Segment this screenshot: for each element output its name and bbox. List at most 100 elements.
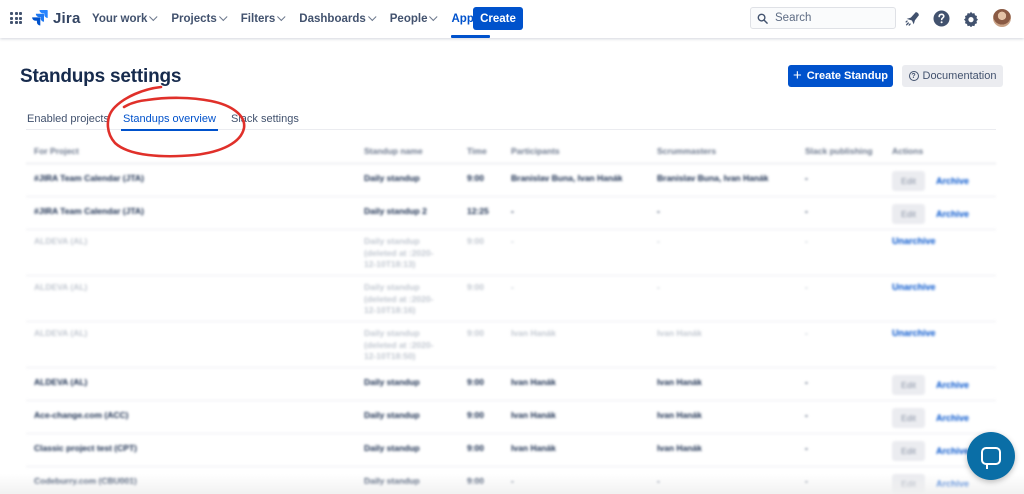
edit-button[interactable]: Edit xyxy=(892,171,925,191)
archive-link[interactable]: Archive xyxy=(936,176,969,186)
slack-publishing-cell: - xyxy=(805,173,808,183)
jira-logo-icon xyxy=(32,10,48,26)
standup-name-cell: (deleted at :2020- xyxy=(364,293,434,304)
slack-publishing-cell: - xyxy=(805,236,808,246)
settings-tabs: Enabled projects Standups overview Slack… xyxy=(26,110,996,131)
bottom-fade xyxy=(0,474,1024,494)
archive-link[interactable]: Archive xyxy=(936,380,969,390)
chevron-down-icon xyxy=(429,12,439,22)
table-header: For Project Standup name Time Participants S… xyxy=(26,140,996,164)
slack-publishing-cell: - xyxy=(805,282,808,292)
create-standup-button[interactable]: + Create Standup xyxy=(788,65,893,87)
scrummasters-cell: Branislav Buna, Ivan Hanák xyxy=(657,173,769,183)
settings-icon[interactable] xyxy=(962,10,979,27)
tab-enabled-projects[interactable]: Enabled projects xyxy=(27,113,109,125)
participants-cell: - xyxy=(511,206,514,216)
search-placeholder: Search xyxy=(775,12,812,24)
create-button[interactable]: Create xyxy=(473,7,523,30)
project-cell: ALDEVA (AL) xyxy=(34,377,88,387)
chevron-down-icon xyxy=(218,12,228,22)
chat-icon xyxy=(981,447,1001,469)
table-row: Classic project test (CPT) Daily standup 9… xyxy=(26,434,996,467)
chevron-down-icon xyxy=(149,12,158,22)
scrummasters-cell: Ivan Hanák xyxy=(657,410,702,420)
time-cell: 9:00 xyxy=(467,443,485,453)
search-input[interactable]: Search xyxy=(750,7,896,29)
chevron-down-icon xyxy=(367,12,377,22)
standup-name-cell: (deleted at :2020- xyxy=(364,339,434,350)
project-cell: #JIRA Team Calendar (JTA) xyxy=(34,173,144,183)
chat-support-button[interactable] xyxy=(967,432,1015,480)
edit-button[interactable]: Edit xyxy=(892,441,925,461)
unarchive-link[interactable]: Unarchive xyxy=(892,328,936,338)
slack-publishing-cell: - xyxy=(805,377,808,387)
edit-button[interactable]: Edit xyxy=(892,375,925,395)
table-row: ALDEVA (AL) Daily standup (deleted at :202… xyxy=(26,276,996,322)
unarchive-link[interactable]: Unarchive xyxy=(892,282,936,292)
unarchive-link[interactable]: Unarchive xyxy=(892,236,936,246)
standup-name-cell: 12-10T18:16) xyxy=(364,305,416,315)
user-avatar[interactable] xyxy=(993,9,1011,27)
scrummasters-cell: Ivan Hanák xyxy=(657,377,702,387)
column-header: Actions xyxy=(892,146,924,156)
nav-item-label: People xyxy=(389,13,428,25)
column-header: Standup name xyxy=(364,146,423,156)
time-cell: 9:00 xyxy=(467,410,485,420)
standup-name-cell: Daily standup xyxy=(364,410,420,420)
participants-cell: Branislav Buna, Ivan Hanák xyxy=(511,173,623,183)
nav-people[interactable]: People xyxy=(389,0,439,38)
time-cell: 9:00 xyxy=(467,173,485,183)
time-cell: 9:00 xyxy=(467,282,485,292)
nav-item-label: Dashboards xyxy=(299,13,366,25)
nav-dashboards[interactable]: Dashboards xyxy=(299,0,377,38)
participants-cell: Ivan Hanák xyxy=(511,377,556,387)
tab-slack-settings[interactable]: Slack settings xyxy=(231,113,299,125)
logo-text: Jira xyxy=(53,9,81,27)
standup-name-cell: (deleted at :2020- xyxy=(364,247,434,258)
column-header: For Project xyxy=(34,146,79,156)
slack-publishing-cell: - xyxy=(805,443,808,453)
slack-publishing-cell: - xyxy=(805,328,808,338)
participants-cell: - xyxy=(511,236,514,246)
table-row: #JIRA Team Calendar (JTA) Daily standup 2… xyxy=(26,197,996,230)
participants-cell: Ivan Hanák xyxy=(511,443,556,453)
slack-publishing-cell: - xyxy=(805,410,808,420)
archive-link[interactable]: Archive xyxy=(936,446,969,456)
question-circle-icon: ? xyxy=(908,71,919,81)
edit-button[interactable]: Edit xyxy=(892,204,925,224)
nav-item-label: Your work xyxy=(92,13,148,25)
table-row: ALDEVA (AL) Daily standup (deleted at :202… xyxy=(26,230,996,276)
standup-name-cell: Daily standup xyxy=(364,443,420,453)
nav-your-work[interactable]: Your work xyxy=(92,0,158,38)
standup-name-cell: Daily standup xyxy=(364,328,420,338)
column-header: Time xyxy=(467,146,487,156)
nav-item-label: Projects xyxy=(171,13,217,25)
standup-name-cell: Daily standup xyxy=(364,236,420,246)
scrummasters-cell: - xyxy=(657,282,660,292)
scrummasters-cell: Ivan Hanák xyxy=(657,328,702,338)
project-cell: ALDEVA (AL) xyxy=(34,328,88,338)
help-icon[interactable] xyxy=(933,10,950,27)
project-cell: #JIRA Team Calendar (JTA) xyxy=(34,206,144,216)
edit-button[interactable]: Edit xyxy=(892,408,925,428)
nav-filters[interactable]: Filters xyxy=(241,0,286,38)
top-navigation: Jira Your work Projects Filters Dashboards P… xyxy=(0,0,1024,38)
participants-cell: Ivan Hanák xyxy=(511,328,556,338)
archive-link[interactable]: Archive xyxy=(936,209,969,219)
documentation-button[interactable]: ? Documentation xyxy=(902,65,1003,87)
jira-logo[interactable]: Jira xyxy=(32,9,81,27)
notifications-icon[interactable] xyxy=(904,10,921,27)
main-menu: Your work Projects Filters Dashboards People… xyxy=(92,0,504,38)
project-cell: Ace-change.com (ACC) xyxy=(34,410,129,420)
column-header: Scrummasters xyxy=(657,146,717,156)
create-standup-label: Create Standup xyxy=(806,70,889,82)
standups-table: For Project Standup name Time Participants S… xyxy=(26,140,996,494)
nav-projects[interactable]: Projects xyxy=(171,0,228,38)
project-cell: Classic project test (CPT) xyxy=(34,443,137,453)
standup-name-cell: 12-10T18:13) xyxy=(364,259,416,269)
app-switcher-icon[interactable] xyxy=(10,12,22,24)
table-body: #JIRA Team Calendar (JTA) Daily standup 9:… xyxy=(26,164,996,494)
search-icon xyxy=(757,13,768,24)
archive-link[interactable]: Archive xyxy=(936,413,969,423)
tab-standups-overview[interactable]: Standups overview xyxy=(121,113,218,131)
